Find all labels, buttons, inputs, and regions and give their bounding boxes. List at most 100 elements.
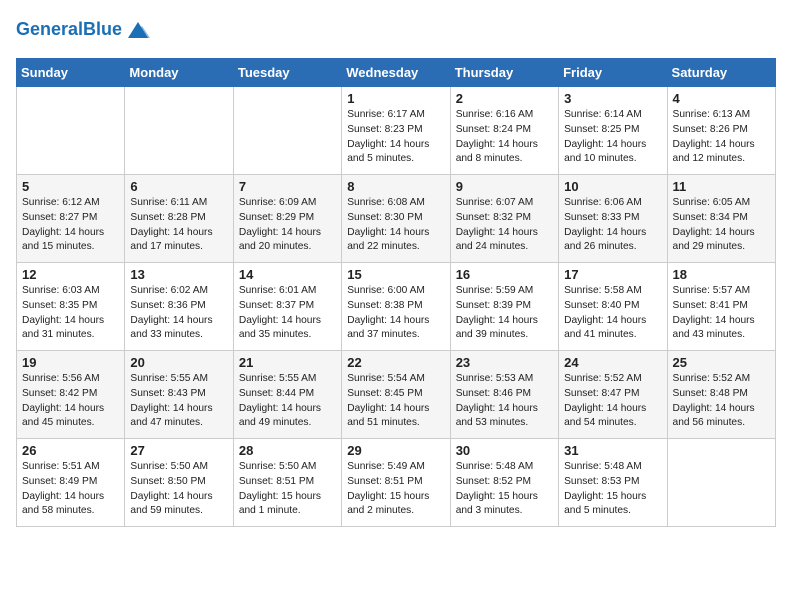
day-info-line: Sunset: 8:49 PM — [22, 476, 97, 487]
day-info-line: Daylight: 14 hours — [130, 315, 212, 326]
day-info-line: Daylight: 14 hours — [22, 227, 104, 238]
day-number: 28 — [239, 443, 336, 458]
day-info-line: and 26 minutes. — [564, 241, 637, 252]
calendar-day-11: 11Sunrise: 6:05 AMSunset: 8:34 PMDayligh… — [667, 175, 775, 263]
day-info-line: Sunrise: 5:48 AM — [564, 461, 642, 472]
weekday-header-saturday: Saturday — [667, 59, 775, 87]
day-number: 7 — [239, 179, 336, 194]
day-info-line: Sunrise: 6:11 AM — [130, 197, 207, 208]
calendar-day-31: 31Sunrise: 5:48 AMSunset: 8:53 PMDayligh… — [559, 439, 667, 527]
day-info-line: Daylight: 14 hours — [347, 403, 429, 414]
day-info-line: Sunrise: 6:02 AM — [130, 285, 208, 296]
calendar-day-10: 10Sunrise: 6:06 AMSunset: 8:33 PMDayligh… — [559, 175, 667, 263]
day-info-line: Sunset: 8:33 PM — [564, 212, 639, 223]
calendar-table: SundayMondayTuesdayWednesdayThursdayFrid… — [16, 58, 776, 527]
calendar-day-14: 14Sunrise: 6:01 AMSunset: 8:37 PMDayligh… — [233, 263, 341, 351]
calendar-day-22: 22 Sunrise: 5:54 AM Sunset: 8:45 PM Dayligh… — [342, 351, 450, 439]
day-info-line: Daylight: 14 hours — [564, 139, 646, 150]
day-info-line: Sunset: 8:45 PM — [347, 388, 422, 399]
day-info-line: and 49 minutes. — [239, 417, 312, 428]
day-info-line: Sunset: 8:32 PM — [456, 212, 531, 223]
day-content: Sunrise: 6:13 AMSunset: 8:26 PMDaylight:… — [673, 108, 770, 167]
day-info-line: Daylight: 14 hours — [347, 227, 429, 238]
day-info-line: and 33 minutes. — [130, 329, 203, 340]
day-number: 5 — [22, 179, 119, 194]
day-number: 26 — [22, 443, 119, 458]
day-info-line: Daylight: 14 hours — [456, 227, 538, 238]
day-info-line: Sunrise: 5:55 AM — [239, 373, 317, 384]
day-info-line: Sunrise: 5:52 AM — [564, 373, 642, 384]
day-info-line: Sunset: 8:38 PM — [347, 300, 422, 311]
day-info-line: Sunset: 8:41 PM — [673, 300, 748, 311]
weekday-header-friday: Friday — [559, 59, 667, 87]
day-info-line: and 47 minutes. — [130, 417, 203, 428]
day-number: 18 — [673, 267, 770, 282]
day-info-line: Sunset: 8:34 PM — [673, 212, 748, 223]
day-content: Sunrise: 6:02 AM Sunset: 8:36 PM Daylight:… — [130, 284, 227, 343]
day-content: Sunrise: 6:08 AMSunset: 8:30 PMDaylight:… — [347, 196, 444, 255]
day-number: 17 — [564, 267, 661, 282]
day-info-line: Sunrise: 5:50 AM — [130, 461, 208, 472]
calendar-day-17: 17Sunrise: 5:58 AMSunset: 8:40 PMDayligh… — [559, 263, 667, 351]
day-content: Sunrise: 6:05 AMSunset: 8:34 PMDaylight:… — [673, 196, 770, 255]
day-info-line: Daylight: 15 hours — [347, 491, 429, 502]
day-info-line: and 35 minutes. — [239, 329, 312, 340]
calendar-day-18: 18Sunrise: 5:57 AMSunset: 8:41 PMDayligh… — [667, 263, 775, 351]
calendar-day-5: 5Sunrise: 6:12 AMSunset: 8:27 PMDaylight… — [17, 175, 125, 263]
day-info-line: Sunrise: 6:03 AM — [22, 285, 100, 296]
day-number: 31 — [564, 443, 661, 458]
day-info-line: Daylight: 14 hours — [456, 139, 538, 150]
day-info-line: Sunset: 8:44 PM — [239, 388, 314, 399]
day-content: Sunrise: 5:56 AMSunset: 8:42 PMDaylight:… — [22, 372, 119, 431]
day-content: Sunrise: 6:09 AMSunset: 8:29 PMDaylight:… — [239, 196, 336, 255]
weekday-header-sunday: Sunday — [17, 59, 125, 87]
day-info-line: Daylight: 14 hours — [564, 227, 646, 238]
calendar-day-1: 1Sunrise: 6:17 AMSunset: 8:23 PMDaylight… — [342, 87, 450, 175]
calendar-day-27: 27Sunrise: 5:50 AMSunset: 8:50 PMDayligh… — [125, 439, 233, 527]
day-number: 1 — [347, 91, 444, 106]
day-number: 9 — [456, 179, 553, 194]
day-number: 20 — [130, 355, 227, 370]
calendar-week-row: 19Sunrise: 5:56 AMSunset: 8:42 PMDayligh… — [17, 351, 776, 439]
day-info-line: and 43 minutes. — [673, 329, 746, 340]
day-number: 8 — [347, 179, 444, 194]
day-content: Sunrise: 5:54 AM Sunset: 8:45 PM Daylight:… — [347, 372, 444, 431]
calendar-day-8: 8 Sunrise: 6:08 AMSunset: 8:30 PMDaylight… — [342, 175, 450, 263]
day-content: Sunrise: 6:00 AMSunset: 8:38 PMDaylight:… — [347, 284, 444, 343]
calendar-day-4: 4Sunrise: 6:13 AMSunset: 8:26 PMDaylight… — [667, 87, 775, 175]
day-info-line: Sunset: 8:51 PM — [239, 476, 314, 487]
day-content: Sunrise: 5:52 AMSunset: 8:48 PMDaylight:… — [673, 372, 770, 431]
day-number: 22 — [347, 355, 444, 370]
day-number: 16 — [456, 267, 553, 282]
day-info-line: Sunrise: 5:58 AM — [564, 285, 642, 296]
day-info-line: Daylight: 14 hours — [239, 315, 321, 326]
day-info-line: Daylight: 14 hours — [22, 491, 104, 502]
calendar-day-13: 13Sunrise: 6:02 AMSunset: 8:36 PMDayligh… — [125, 263, 233, 351]
calendar-week-row: 12Sunrise: 6:03 AMSunset: 8:35 PMDayligh… — [17, 263, 776, 351]
day-info-line: Daylight: 14 hours — [130, 403, 212, 414]
day-number: 10 — [564, 179, 661, 194]
day-info-line: Daylight: 14 hours — [130, 227, 212, 238]
empty-cell — [17, 87, 125, 175]
calendar-day-19: 19Sunrise: 5:56 AMSunset: 8:42 PMDayligh… — [17, 351, 125, 439]
calendar-day-16: 16Sunrise: 5:59 AMSunset: 8:39 PMDayligh… — [450, 263, 558, 351]
empty-cell — [233, 87, 341, 175]
day-info-line: Daylight: 14 hours — [22, 403, 104, 414]
calendar-week-row: 1Sunrise: 6:17 AMSunset: 8:23 PMDaylight… — [17, 87, 776, 175]
calendar-day-29: 29Sunrise: 5:49 AMSunset: 8:51 PMDayligh… — [342, 439, 450, 527]
day-info-line: Daylight: 14 hours — [22, 315, 104, 326]
day-info-line: Sunrise: 6:01 AM — [239, 285, 317, 296]
day-info-line: Sunset: 8:47 PM — [564, 388, 639, 399]
day-number: 3 — [564, 91, 661, 106]
day-info-line: Sunset: 8:36 PM — [130, 300, 205, 311]
day-content: Sunrise: 5:53 AMSunset: 8:46 PMDaylight:… — [456, 372, 553, 431]
day-info-line: Sunrise: 5:50 AM — [239, 461, 317, 472]
day-info-line: Sunrise: 5:54 AM — [347, 373, 425, 384]
day-content: Sunrise: 5:55 AMSunset: 8:44 PMDaylight:… — [239, 372, 336, 431]
day-content: Sunrise: 6:07 AMSunset: 8:32 PMDaylight:… — [456, 196, 553, 255]
header: GeneralBlue — [16, 16, 776, 44]
day-info-line: Sunset: 8:23 PM — [347, 124, 422, 135]
calendar-day-20: 20Sunrise: 5:55 AMSunset: 8:43 PMDayligh… — [125, 351, 233, 439]
day-info-line: Sunrise: 6:12 AM — [22, 197, 100, 208]
day-info-line: Sunset: 8:50 PM — [130, 476, 205, 487]
